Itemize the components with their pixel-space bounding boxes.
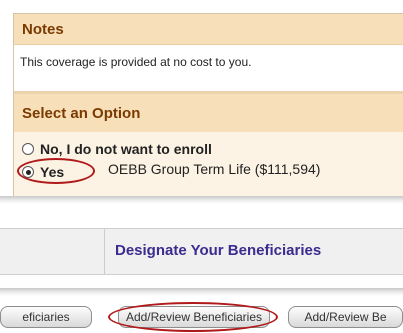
designate-beneficiaries-title: Designate Your Beneficiaries	[115, 242, 322, 259]
add-review-beneficiaries-button-right[interactable]: Add/Review Be	[288, 306, 403, 328]
column-divider	[104, 229, 105, 274]
yes-radio-button[interactable]	[22, 166, 34, 178]
notes-header: Notes	[14, 14, 403, 45]
plan-name: OEBB Group Term Life ($111,594)	[108, 161, 321, 177]
select-option-title: Select an Option	[22, 104, 141, 122]
no-option-label: No, I do not want to enroll	[40, 141, 212, 157]
highlight-circle-button	[108, 302, 278, 332]
beneficiaries-button-left[interactable]: eficiaries	[0, 306, 92, 328]
select-option-header: Select an Option	[14, 94, 403, 132]
notes-body: This coverage is provided at no cost to …	[14, 45, 403, 91]
option-no-row[interactable]: No, I do not want to enroll	[22, 141, 212, 157]
beneficiaries-bar: Designate Your Beneficiaries	[0, 228, 403, 275]
notes-text: This coverage is provided at no cost to …	[20, 55, 252, 69]
option-yes-row[interactable]: Yes	[17, 158, 95, 184]
no-radio-button[interactable]	[22, 143, 34, 155]
torn-edge	[0, 196, 403, 204]
notes-title: Notes	[22, 20, 64, 38]
beneficiary-buttons-row: eficiaries Add/Review Beneficiaries Add/…	[0, 300, 403, 333]
torn-edge-lower	[0, 288, 403, 296]
